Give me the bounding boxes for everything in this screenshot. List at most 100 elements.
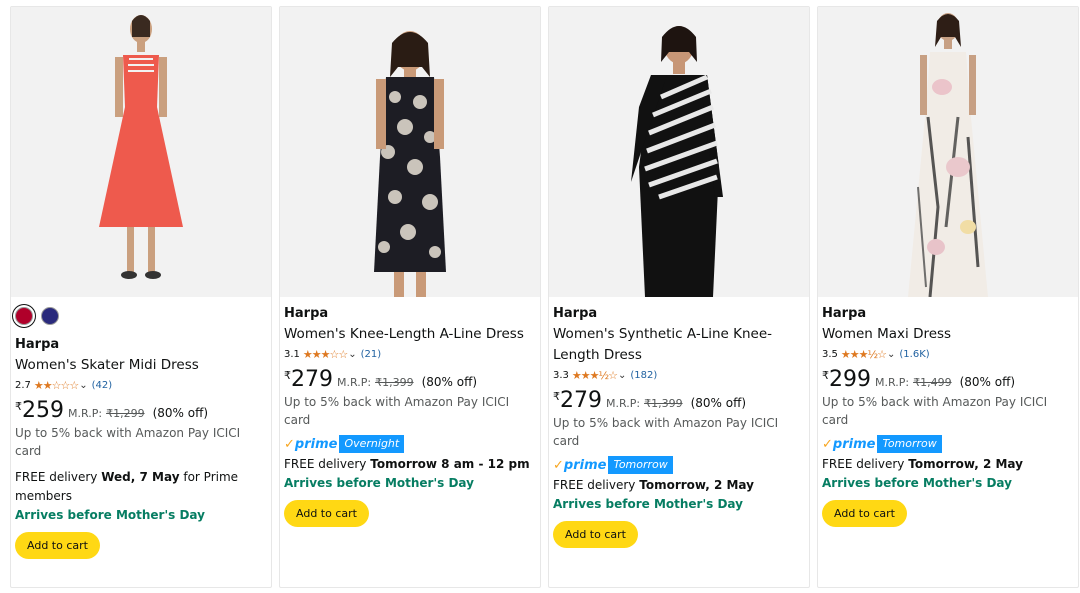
mrp-label: M.R.P: [337,376,372,389]
product-title-line[interactable]: Women Maxi Dress [822,326,951,342]
cashback-offer: Up to 5% back with Amazon Pay ICICI card [822,395,1048,427]
star-rating-icon[interactable]: ★★★☆☆ [303,347,348,363]
delivery-info: FREE delivery Wed, 7 May for Prime membe… [15,468,267,506]
product-image[interactable] [818,7,1078,297]
add-to-cart-button[interactable]: Add to cart [15,532,100,559]
discount-text: (80% off) [959,375,1016,389]
rating-row: 3.3 ★★★½☆ ⌄ (182) [553,368,805,384]
chevron-down-icon[interactable]: ⌄ [348,347,356,363]
prime-delivery-badge: Overnight [339,435,405,453]
review-count-link[interactable]: (42) [92,378,113,394]
mrp-value: ₹1,399 [644,397,683,410]
add-to-cart-button[interactable]: Add to cart [284,500,369,527]
delivery-info: FREE delivery Tomorrow 8 am - 12 pm [284,455,536,474]
prime-logo: prime [563,457,607,473]
currency-symbol: ₹ [284,369,291,382]
mrp-value: ₹1,299 [106,407,145,420]
delivery-info: FREE delivery Tomorrow, 2 May [553,476,805,495]
color-swatches [15,307,267,325]
discount-text: (80% off) [690,396,747,410]
mrp-label: M.R.P: [606,397,641,410]
product-image[interactable] [11,7,271,297]
product-card[interactable]: Harpa Women Maxi Dress 3.5 ★★★½☆ ⌄ (1.6K… [817,6,1079,588]
product-title-line[interactable]: Women's Skater Midi Dress [15,357,199,373]
delivery-date: Tomorrow, 2 May [908,457,1023,471]
currency-symbol: ₹ [15,400,22,413]
rating-value: 3.1 [284,349,300,360]
review-count-link[interactable]: (1.6K) [899,347,929,363]
product-image[interactable] [280,7,540,297]
mrp-label: M.R.P: [68,407,103,420]
mothers-day-note: Arrives before Mother's Day [822,476,1012,490]
star-rating-icon[interactable]: ★★☆☆☆ [34,378,79,394]
delivery-date: Tomorrow, 2 May [639,478,754,492]
cashback-offer: Up to 5% back with Amazon Pay ICICI card [15,426,241,458]
product-title-line[interactable]: Length Dress [553,345,805,366]
chevron-down-icon[interactable]: ⌄ [887,347,895,363]
rating-row: 3.5 ★★★½☆ ⌄ (1.6K) [822,347,1074,363]
star-rating-icon[interactable]: ★★★½☆ [841,347,887,363]
price-row: ₹ 279 M.R.P: ₹1,399 (80% off) [553,388,805,414]
mrp-value: ₹1,399 [375,376,414,389]
prime-badge-row: ✓ prime Tomorrow [822,435,1074,453]
delivery-prefix: FREE delivery [822,457,905,471]
product-title[interactable]: Women Maxi Dress [822,324,1074,345]
brand-name: Harpa [15,337,60,352]
price-row: ₹ 279 M.R.P: ₹1,399 (80% off) [284,367,536,393]
review-count-link[interactable]: (21) [361,347,382,363]
color-swatch-red[interactable] [15,307,33,325]
product-title[interactable]: Women's Synthetic A-Line Knee- Length Dr… [553,324,805,366]
brand-name: Harpa [553,306,598,321]
price[interactable]: 299 [829,367,871,393]
product-title-line[interactable]: Women's Knee-Length A-Line Dress [284,326,524,342]
review-count-link[interactable]: (182) [630,368,657,384]
prime-delivery-badge: Tomorrow [608,456,673,474]
product-card[interactable]: Harpa Women's Skater Midi Dress 2.7 ★★☆☆… [10,6,272,588]
delivery-prefix: FREE delivery [284,457,367,471]
cashback-offer: Up to 5% back with Amazon Pay ICICI card [284,395,510,427]
chevron-down-icon[interactable]: ⌄ [618,368,626,384]
prime-check-icon: ✓ [284,436,295,452]
mothers-day-note: Arrives before Mother's Day [284,476,474,490]
product-card[interactable]: Harpa Women's Knee-Length A-Line Dress 3… [279,6,541,588]
product-image[interactable] [549,7,809,297]
brand-name: Harpa [822,306,867,321]
rating-row: 2.7 ★★☆☆☆ ⌄ (42) [15,378,267,394]
delivery-date: Wed, 7 May [101,470,180,484]
product-title[interactable]: Women's Knee-Length A-Line Dress [284,324,536,345]
delivery-prefix: FREE delivery [15,470,98,484]
prime-logo: prime [832,436,876,452]
prime-badge-row: ✓ prime Tomorrow [553,456,805,474]
rating-value: 2.7 [15,380,31,391]
product-title[interactable]: Women's Skater Midi Dress [15,355,267,376]
price-row: ₹ 259 M.R.P: ₹1,299 (80% off) [15,398,267,424]
price[interactable]: 279 [291,367,333,393]
price[interactable]: 279 [560,388,602,414]
prime-delivery-badge: Tomorrow [877,435,942,453]
product-card[interactable]: Harpa Women's Synthetic A-Line Knee- Len… [548,6,810,588]
product-title-line[interactable]: Women's Synthetic A-Line Knee- [553,324,805,345]
currency-symbol: ₹ [553,390,560,403]
add-to-cart-button[interactable]: Add to cart [553,521,638,548]
star-rating-icon[interactable]: ★★★½☆ [572,368,618,384]
rating-value: 3.5 [822,349,838,360]
delivery-prefix: FREE delivery [553,478,636,492]
color-swatch-navy[interactable] [41,307,59,325]
cashback-offer: Up to 5% back with Amazon Pay ICICI card [553,416,779,448]
chevron-down-icon[interactable]: ⌄ [79,378,87,394]
mothers-day-note: Arrives before Mother's Day [15,508,205,522]
price[interactable]: 259 [22,398,64,424]
prime-check-icon: ✓ [553,457,564,473]
price-row: ₹ 299 M.R.P: ₹1,499 (80% off) [822,367,1074,393]
rating-row: 3.1 ★★★☆☆ ⌄ (21) [284,347,536,363]
discount-text: (80% off) [152,406,209,420]
add-to-cart-button[interactable]: Add to cart [822,500,907,527]
mrp-label: M.R.P: [875,376,910,389]
delivery-info: FREE delivery Tomorrow, 2 May [822,455,1074,474]
mrp-value: ₹1,499 [913,376,952,389]
mothers-day-note: Arrives before Mother's Day [553,497,743,511]
currency-symbol: ₹ [822,369,829,382]
prime-badge-row: ✓ prime Overnight [284,435,536,453]
prime-check-icon: ✓ [822,436,833,452]
discount-text: (80% off) [421,375,478,389]
